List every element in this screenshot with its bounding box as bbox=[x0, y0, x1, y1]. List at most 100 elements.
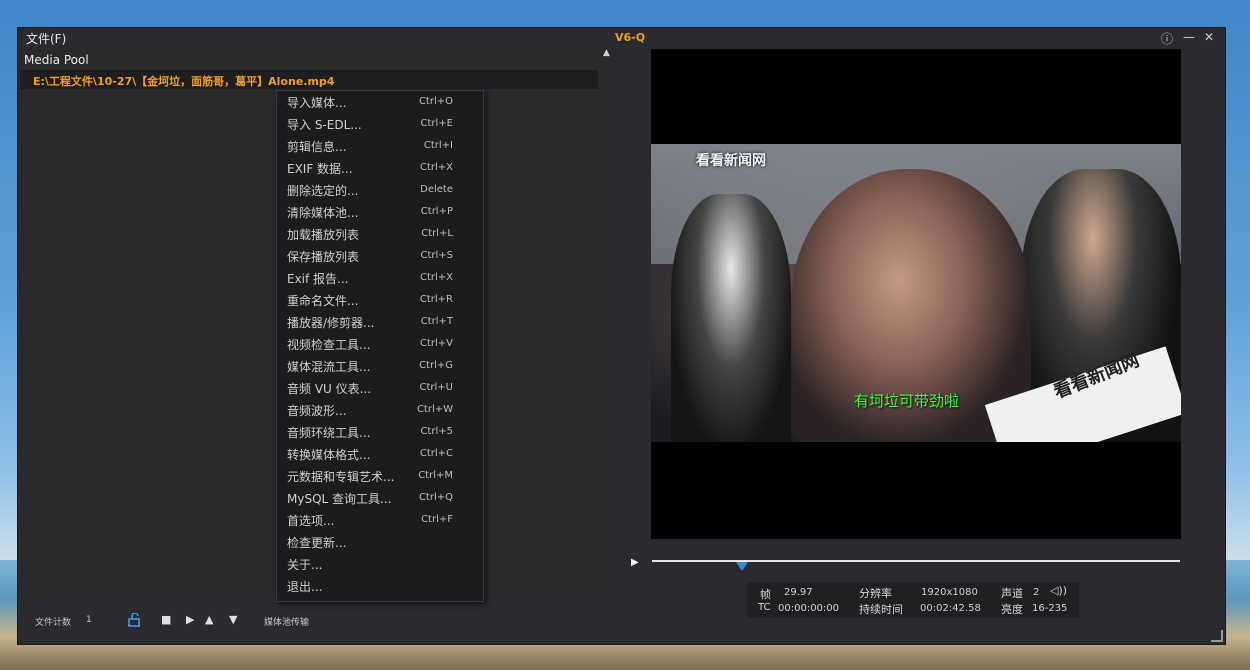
menu-item[interactable]: 清除媒体池... Ctrl+P bbox=[277, 201, 483, 223]
video-viewport[interactable]: 看看新闻网 看看新闻网 有坷垃可带劲啦 bbox=[651, 49, 1181, 539]
seek-bar[interactable] bbox=[652, 560, 1180, 562]
minimize-button[interactable]: — bbox=[1183, 30, 1195, 44]
menu-item-label: 转换媒体格式... bbox=[287, 448, 371, 462]
menu-item-label: 删除选定的... bbox=[287, 184, 359, 198]
menu-item[interactable]: 退出... bbox=[277, 575, 483, 597]
file-count-value: 1 bbox=[86, 615, 92, 625]
seek-knob[interactable] bbox=[735, 562, 748, 571]
menu-item-label: 加载播放列表 bbox=[287, 228, 360, 242]
menu-item[interactable]: 关于... bbox=[277, 553, 483, 575]
menu-item-label: 首选项... bbox=[287, 514, 335, 528]
brightness-value: 16-235 bbox=[1032, 603, 1068, 614]
menu-item-shortcut: Ctrl+I bbox=[423, 140, 453, 151]
menu-item-label: 音频 VU 仪表... bbox=[287, 382, 372, 396]
file-count-label: 文件计数 bbox=[35, 618, 72, 628]
stop-icon[interactable]: ■ bbox=[161, 613, 171, 626]
scroll-up-icon[interactable]: ▲ bbox=[603, 48, 610, 58]
info-icon[interactable]: ⓘ bbox=[1161, 30, 1173, 47]
menu-item[interactable]: 加载播放列表 Ctrl+L bbox=[277, 223, 483, 245]
menu-item-label: EXIF 数据... bbox=[287, 162, 353, 176]
tc-label: TC bbox=[758, 602, 771, 613]
menu-item-label: 视频检查工具... bbox=[287, 338, 371, 352]
menu-item-shortcut: Ctrl+P bbox=[420, 206, 453, 217]
menu-item-shortcut: Ctrl+5 bbox=[420, 426, 453, 437]
menu-item[interactable]: 音频环绕工具... Ctrl+5 bbox=[277, 421, 483, 443]
menu-item[interactable]: 视频检查工具... Ctrl+V bbox=[277, 333, 483, 355]
pool-transfer-label: 媒体池传输 bbox=[264, 618, 310, 628]
title-bar: 文件(F) V6-Q ⓘ — ✕ bbox=[18, 28, 1225, 48]
menu-item-label: 播放器/修剪器... bbox=[287, 316, 375, 330]
play-icon[interactable]: ▶ bbox=[186, 613, 194, 626]
resolution-value: 1920x1080 bbox=[921, 587, 978, 598]
menu-item-label: MySQL 查询工具... bbox=[287, 492, 392, 506]
media-pool-item-label: E:\工程文件\10-27\【金坷垃，面筋哥，葛平】Alone.mp4 bbox=[33, 75, 335, 88]
app-window: 文件(F) V6-Q ⓘ — ✕ Media Pool ▲ E:\工程文件\10… bbox=[17, 27, 1226, 645]
fps-value: 29.97 bbox=[784, 587, 813, 598]
menu-item-shortcut: Ctrl+X bbox=[419, 272, 453, 283]
menu-item[interactable]: EXIF 数据... Ctrl+X bbox=[277, 157, 483, 179]
close-button[interactable]: ✕ bbox=[1204, 30, 1214, 44]
menu-item-label: Exif 报告... bbox=[287, 272, 349, 286]
menu-item-shortcut: Ctrl+U bbox=[419, 382, 454, 393]
menu-item[interactable]: 剪辑信息... Ctrl+I bbox=[277, 135, 483, 157]
menu-item[interactable]: 音频 VU 仪表... Ctrl+U bbox=[277, 377, 483, 399]
menu-item-shortcut: Ctrl+C bbox=[419, 448, 453, 459]
menu-item[interactable]: 首选项... Ctrl+F bbox=[277, 509, 483, 531]
menu-item[interactable]: 导入 S-EDL... Ctrl+E bbox=[277, 113, 483, 135]
menu-item[interactable]: 导入媒体... Ctrl+O bbox=[277, 91, 483, 113]
resize-grip[interactable] bbox=[1211, 630, 1223, 642]
media-pool-title: Media Pool bbox=[24, 53, 89, 67]
video-subtitle: 有坷垃可带劲啦 bbox=[854, 392, 960, 410]
menu-item-label: 保存播放列表 bbox=[287, 250, 360, 264]
up-icon[interactable]: ▲ bbox=[205, 613, 213, 626]
menu-item-shortcut: Ctrl+V bbox=[419, 338, 453, 349]
menu-item[interactable]: 媒体混流工具... Ctrl+G bbox=[277, 355, 483, 377]
left-person bbox=[671, 194, 791, 442]
menu-item-label: 剪辑信息... bbox=[287, 140, 347, 154]
player-pane: 看看新闻网 看看新闻网 有坷垃可带劲啦 ▶ 帧 29.97 TC 00:00:0… bbox=[616, 48, 1225, 644]
volume-icon[interactable]: ◁)) bbox=[1050, 584, 1067, 597]
duration-value: 00:02:42.58 bbox=[920, 603, 981, 614]
menu-item-label: 检查更新... bbox=[287, 536, 347, 550]
menu-item[interactable]: MySQL 查询工具... Ctrl+Q bbox=[277, 487, 483, 509]
menu-item[interactable]: 删除选定的... Delete bbox=[277, 179, 483, 201]
menu-item[interactable]: 检查更新... bbox=[277, 531, 483, 553]
unlock-icon[interactable] bbox=[127, 612, 141, 630]
resolution-label: 分辨率 bbox=[859, 587, 892, 600]
menu-item-label: 音频波形... bbox=[287, 404, 347, 418]
menu-item-shortcut: Ctrl+G bbox=[419, 360, 453, 371]
channels-value: 2 bbox=[1033, 587, 1040, 598]
menu-item-label: 导入 S-EDL... bbox=[287, 118, 362, 132]
menu-item[interactable]: 元数据和专辑艺术... Ctrl+M bbox=[277, 465, 483, 487]
menu-item-shortcut: Ctrl+M bbox=[418, 470, 453, 481]
menu-item-shortcut: Ctrl+L bbox=[421, 228, 453, 239]
menu-file[interactable]: 文件(F) bbox=[26, 30, 66, 47]
bottom-toolbar: 文件计数 1 ■ ▶ ▲ ▼ 媒体池传输 bbox=[18, 600, 616, 644]
menu-item-shortcut: Delete bbox=[420, 184, 453, 195]
down-icon[interactable]: ▼ bbox=[229, 613, 237, 626]
menu-item-label: 元数据和专辑艺术... bbox=[287, 470, 395, 484]
menu-item-shortcut: Ctrl+E bbox=[420, 118, 454, 129]
media-pool-item[interactable]: E:\工程文件\10-27\【金坷垃，面筋哥，葛平】Alone.mp4 bbox=[20, 70, 598, 89]
play-button[interactable]: ▶ bbox=[631, 557, 639, 568]
tc-value: 00:00:00:00 bbox=[778, 603, 840, 614]
menu-item[interactable]: Exif 报告... Ctrl+X bbox=[277, 267, 483, 289]
media-info-panel: 帧 29.97 TC 00:00:00:00 分辨率 1920x1080 持续时… bbox=[747, 582, 1079, 618]
channels-label: 声道 bbox=[1001, 587, 1023, 600]
menu-item-label: 清除媒体池... bbox=[287, 206, 359, 220]
menu-item-shortcut: Ctrl+X bbox=[419, 162, 453, 173]
brightness-label: 亮度 bbox=[1001, 603, 1023, 616]
duration-label: 持续时间 bbox=[859, 603, 903, 616]
menu-item[interactable]: 转换媒体格式... Ctrl+C bbox=[277, 443, 483, 465]
menu-item[interactable]: 音频波形... Ctrl+W bbox=[277, 399, 483, 421]
menu-item-label: 重命名文件... bbox=[287, 294, 359, 308]
fps-label: 帧 bbox=[760, 588, 771, 601]
menu-item[interactable]: 重命名文件... Ctrl+R bbox=[277, 289, 483, 311]
file-context-menu: 导入媒体... Ctrl+O 导入 S-EDL... Ctrl+E 剪辑信息... Ctr… bbox=[276, 90, 484, 602]
menu-item-shortcut: Ctrl+W bbox=[416, 404, 453, 415]
menu-item[interactable]: 播放器/修剪器... Ctrl+T bbox=[277, 311, 483, 333]
menu-item-label: 关于... bbox=[287, 558, 323, 572]
menu-item-shortcut: Ctrl+S bbox=[420, 250, 453, 261]
menu-item[interactable]: 保存播放列表 Ctrl+S bbox=[277, 245, 483, 267]
channel-logo: 看看新闻网 bbox=[696, 153, 766, 169]
